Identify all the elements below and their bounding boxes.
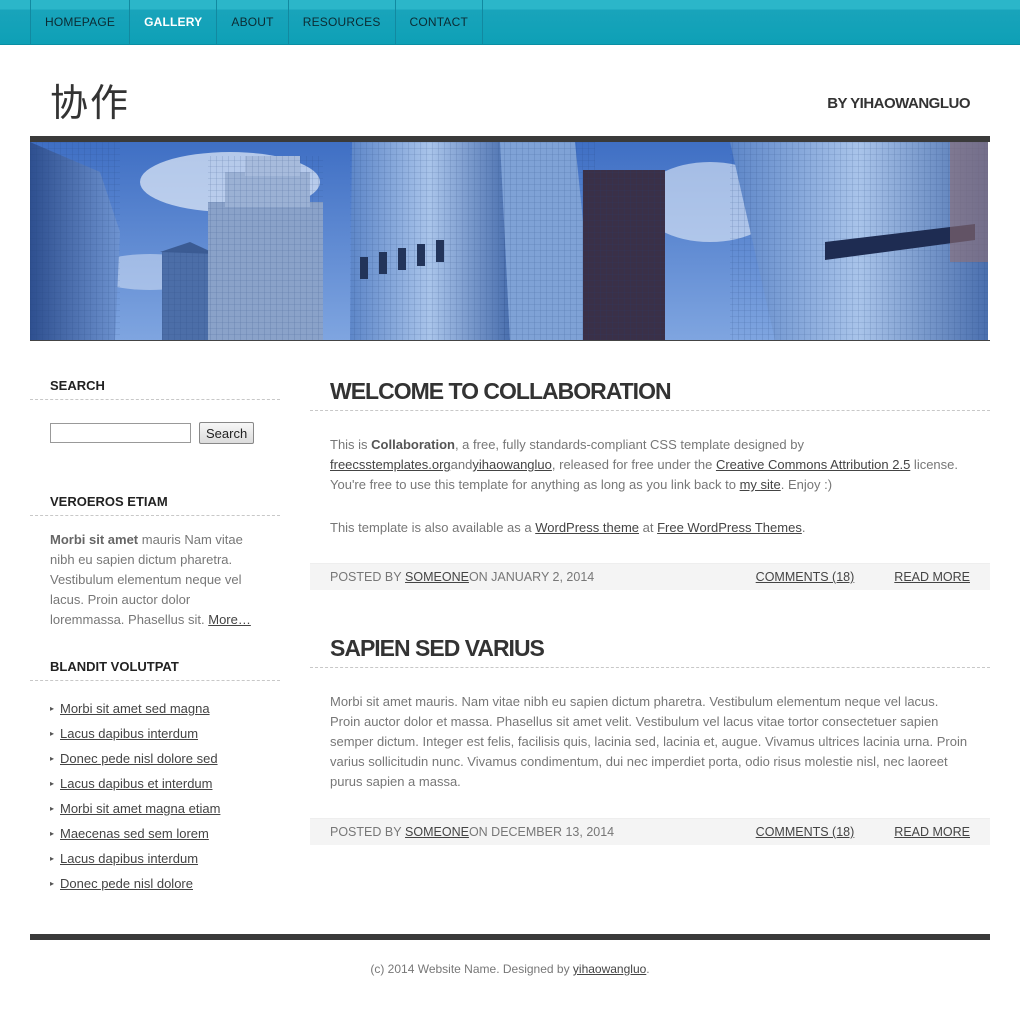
- nav-item-resources[interactable]: RESOURCES: [287, 0, 395, 44]
- blandit-heading: BLANDIT VOLUTPAT: [30, 659, 280, 681]
- bullet-arrow-icon: ▸: [50, 804, 55, 813]
- post-paragraph: Morbi sit amet mauris. Nam vitae nibh eu…: [330, 694, 968, 789]
- bullet-arrow-icon: ▸: [50, 779, 55, 788]
- meta-label: POSTED BY: [330, 825, 402, 839]
- post-meta: POSTED BY SOMEONE ON JANUARY 2, 2014 COM…: [310, 563, 990, 590]
- text: , a free, fully standards-compliant CSS …: [454, 437, 804, 452]
- list-item: ▸ Lacus dapibus interdum: [50, 726, 280, 751]
- post-title[interactable]: WELCOME TO COLLABORATION: [310, 378, 990, 411]
- main-content: WELCOME TO COLLABORATION This is Collabo…: [310, 378, 990, 845]
- post-paragraph: This is Collaboration, a free, fully sta…: [330, 435, 970, 495]
- text-bold: Collaboration: [371, 437, 455, 452]
- text: . Enjoy :): [780, 477, 833, 492]
- search-button[interactable]: Search: [199, 422, 255, 444]
- author-link[interactable]: SOMEONE: [405, 570, 469, 584]
- author-link[interactable]: SOMEONE: [405, 825, 469, 839]
- text: .: [801, 520, 806, 535]
- sidebar-link[interactable]: Morbi sit amet sed magna: [60, 701, 210, 716]
- read-more-link[interactable]: READ MORE: [894, 570, 970, 584]
- text: and: [450, 457, 473, 472]
- top-navigation: HOMEPAGE GALLERY ABOUT RESOURCES CONTACT: [0, 0, 1020, 45]
- sidebar: SEARCH Search VEROEROS ETIAM Morbi sit a…: [30, 378, 280, 901]
- post-date: ON DECEMBER 13, 2014: [468, 825, 615, 839]
- post-date: ON JANUARY 2, 2014: [468, 570, 595, 584]
- sidebar-link[interactable]: Lacus dapibus interdum: [60, 851, 198, 866]
- bullet-arrow-icon: ▸: [50, 704, 55, 713]
- sidebar-link[interactable]: Morbi sit amet magna etiam: [60, 801, 220, 816]
- skyscrapers-illustration: [30, 142, 988, 340]
- meta-label: POSTED BY: [330, 570, 402, 584]
- list-item: ▸ Maecenas sed sem lorem: [50, 826, 280, 851]
- search-heading: SEARCH: [30, 378, 280, 400]
- read-more-link[interactable]: READ MORE: [894, 825, 970, 839]
- post-title[interactable]: SAPIEN SED VARIUS: [310, 635, 990, 668]
- site-byline: BY YIHAOWANGLUO: [827, 95, 970, 112]
- yihaowangluo-link[interactable]: yihaowangluo: [472, 457, 552, 472]
- search-input[interactable]: [50, 423, 191, 443]
- bullet-arrow-icon: ▸: [50, 754, 55, 763]
- post-meta: POSTED BY SOMEONE ON DECEMBER 13, 2014 C…: [310, 818, 990, 845]
- text: This is: [330, 437, 372, 452]
- post-entry: This is Collaboration, a free, fully sta…: [310, 411, 990, 538]
- list-item: ▸ Lacus dapibus interdum: [50, 851, 280, 876]
- creative-commons-link[interactable]: Creative Commons Attribution 2.5: [716, 457, 910, 472]
- veroeros-text: Morbi sit amet mauris Nam vitae nibh eu …: [30, 516, 280, 630]
- search-form: Search: [30, 400, 280, 444]
- wordpress-theme-link[interactable]: WordPress theme: [535, 520, 639, 535]
- veroeros-heading: VEROEROS ETIAM: [30, 494, 280, 516]
- more-link[interactable]: More…: [208, 612, 251, 627]
- nav-item-contact[interactable]: CONTACT: [394, 0, 484, 44]
- nav-item-gallery[interactable]: GALLERY: [129, 0, 216, 44]
- footer: (c) 2014 Website Name. Designed by yihao…: [0, 962, 1020, 976]
- list-item: ▸ Lacus dapibus et interdum: [50, 776, 280, 801]
- post-entry: Morbi sit amet mauris. Nam vitae nibh eu…: [310, 668, 990, 792]
- list-item: ▸ Morbi sit amet magna etiam: [50, 801, 280, 826]
- sidebar-link[interactable]: Maecenas sed sem lorem: [60, 826, 209, 841]
- nav-list: HOMEPAGE GALLERY ABOUT RESOURCES CONTACT: [0, 0, 1020, 44]
- list-item: ▸ Donec pede nisl dolore sed: [50, 751, 280, 776]
- comments-link[interactable]: COMMENTS (18): [756, 825, 855, 839]
- bullet-arrow-icon: ▸: [50, 854, 55, 863]
- site-logo[interactable]: 协作: [50, 72, 130, 127]
- nav-item-about[interactable]: ABOUT: [216, 0, 287, 44]
- comments-link[interactable]: COMMENTS (18): [756, 570, 855, 584]
- bullet-arrow-icon: ▸: [50, 729, 55, 738]
- footer-text: (c) 2014 Website Name. Designed by: [370, 962, 573, 976]
- footer-divider: [30, 934, 990, 940]
- sidebar-link[interactable]: Lacus dapibus et interdum: [60, 776, 212, 791]
- veroeros-bold: Morbi sit amet: [50, 532, 139, 547]
- freecsstemplates-link[interactable]: freecsstemplates.org: [330, 457, 451, 472]
- list-item: ▸ Morbi sit amet sed magna: [50, 701, 280, 726]
- blandit-link-list: ▸ Morbi sit amet sed magna ▸ Lacus dapibus…: [30, 681, 280, 901]
- post-paragraph: This template is also available as a Wor…: [330, 518, 970, 538]
- sidebar-link[interactable]: Donec pede nisl dolore sed: [60, 751, 218, 766]
- header-banner-image: [30, 136, 990, 341]
- my-site-link[interactable]: my site: [740, 477, 781, 492]
- list-item: ▸ Donec pede nisl dolore: [50, 876, 280, 901]
- bullet-arrow-icon: ▸: [50, 829, 55, 838]
- sidebar-link[interactable]: Donec pede nisl dolore: [60, 876, 193, 891]
- footer-designer-link[interactable]: yihaowangluo: [573, 962, 646, 976]
- footer-end: .: [646, 962, 650, 976]
- text: at: [639, 520, 658, 535]
- sidebar-link[interactable]: Lacus dapibus interdum: [60, 726, 198, 741]
- text: This template is also available as a: [330, 520, 536, 535]
- bullet-arrow-icon: ▸: [50, 879, 55, 888]
- free-wordpress-themes-link[interactable]: Free WordPress Themes: [657, 520, 802, 535]
- text: , released for free under the: [551, 457, 716, 472]
- nav-item-homepage[interactable]: HOMEPAGE: [30, 0, 129, 44]
